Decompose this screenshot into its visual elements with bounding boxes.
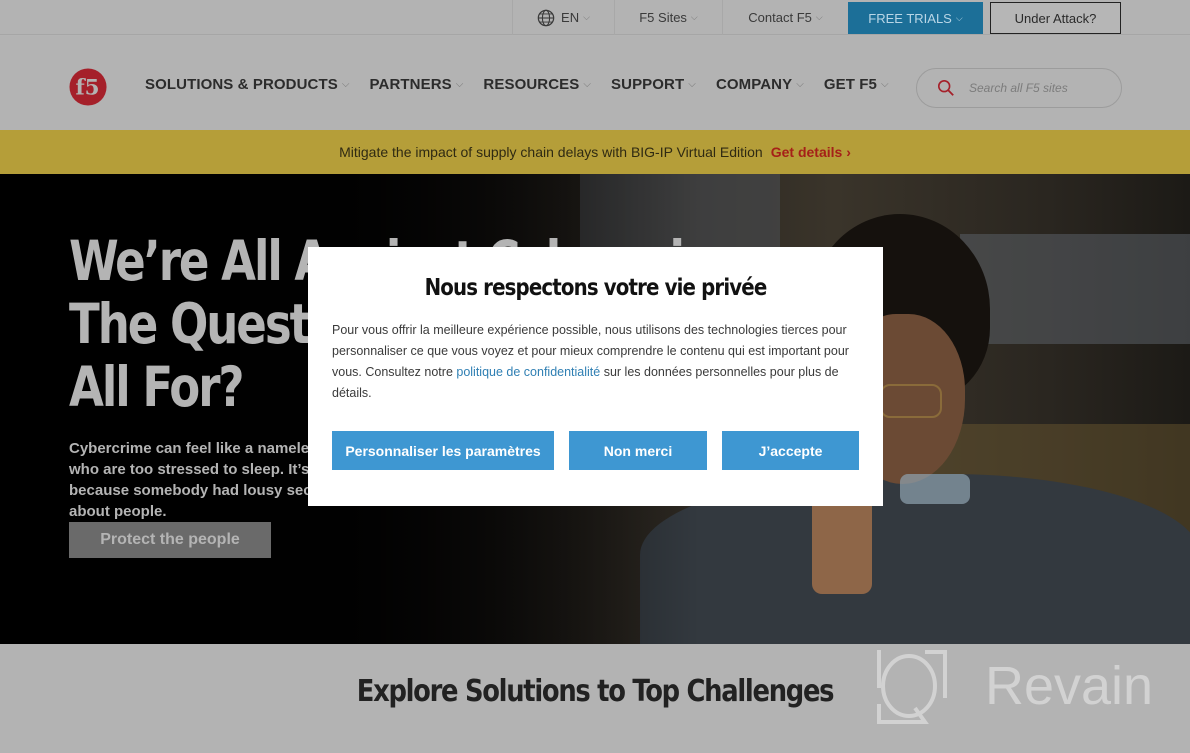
f5-sites-label: F5 Sites [639, 10, 687, 25]
free-trials-button[interactable]: FREE TRIALS ⌵ [848, 2, 983, 34]
revain-watermark: Revain [875, 648, 1153, 724]
chevron-down-icon: ⌵ [583, 79, 592, 90]
contact-label: Contact F5 [748, 10, 812, 25]
accept-button[interactable]: J’accepte [722, 431, 859, 470]
nav-item-label: COMPANY [715, 76, 793, 93]
get-details-link[interactable]: Get details › [771, 144, 851, 160]
search-box[interactable] [916, 68, 1122, 108]
f5-sites-dropdown[interactable]: F5 Sites ⌵ [614, 0, 722, 35]
chevron-down-icon: ⌵ [688, 79, 696, 90]
protect-the-people-button[interactable]: Protect the people [69, 522, 271, 558]
promo-text: Mitigate the impact of supply chain dela… [339, 144, 763, 160]
nav-menu: SOLUTIONS & PRODUCTS ⌵ PARTNERS ⌵ RESOURCE… [145, 76, 909, 93]
chevron-down-icon: ⌵ [796, 79, 804, 90]
globe-icon [537, 9, 555, 26]
hero-image-glasses [880, 384, 942, 418]
nav-item-label: RESOURCES [483, 76, 580, 93]
nav-item-company[interactable]: COMPANY ⌵ [716, 76, 804, 93]
modal-body: Pour vous offrir la meilleure expérience… [332, 320, 862, 404]
svg-text:f5: f5 [75, 75, 99, 100]
promo-banner: Mitigate the impact of supply chain dela… [0, 130, 1190, 174]
chevron-down-icon: ⌵ [881, 79, 889, 90]
nav-item-solutions-products[interactable]: SOLUTIONS & PRODUCTS ⌵ [145, 76, 350, 93]
nav-item-get-f5[interactable]: GET F5 ⌵ [824, 76, 889, 93]
free-trials-label: FREE TRIALS [868, 10, 952, 26]
chevron-down-icon: ⌵ [955, 12, 963, 23]
chevron-down-icon: ⌵ [583, 12, 590, 22]
nav-item-label: SOLUTIONS & PRODUCTS [145, 76, 338, 93]
utility-bar: EN ⌵ F5 Sites ⌵ Contact F5 ⌵ FREE TRIALS… [0, 0, 1190, 35]
search-icon[interactable] [937, 79, 955, 97]
modal-title: Nous respectons votre vie privée [424, 275, 768, 301]
chevron-down-icon: ⌵ [341, 79, 350, 90]
nav-item-support[interactable]: SUPPORT ⌵ [611, 76, 696, 93]
f5-logo[interactable]: f5 [69, 68, 108, 107]
under-attack-button[interactable]: Under Attack? [990, 2, 1121, 34]
privacy-policy-link[interactable]: politique de confidentialité [456, 365, 600, 379]
chevron-down-icon: ⌵ [690, 12, 698, 22]
language-selector[interactable]: EN ⌵ [512, 0, 614, 35]
contact-dropdown[interactable]: Contact F5 ⌵ [722, 0, 848, 35]
chevron-down-icon: ⌵ [455, 79, 464, 90]
main-navigation: f5 SOLUTIONS & PRODUCTS ⌵ PARTNERS ⌵ RESOU… [0, 36, 1190, 130]
revain-logo-icon [877, 650, 947, 724]
language-label: EN [561, 10, 580, 25]
under-attack-label: Under Attack? [1014, 10, 1097, 26]
decline-button[interactable]: Non merci [569, 431, 707, 470]
nav-item-partners[interactable]: PARTNERS ⌵ [370, 76, 464, 93]
chevron-down-icon: ⌵ [815, 12, 823, 22]
nav-item-label: SUPPORT [611, 76, 685, 93]
privacy-consent-modal: Nous respectons votre vie privée Pour vo… [308, 247, 883, 506]
customize-settings-button[interactable]: Personnaliser les paramètres [332, 431, 554, 470]
hero-background-monitor [960, 234, 1190, 344]
explore-section: Explore Solutions to Top Challenges Reva… [0, 644, 1190, 753]
hero-image-collar [900, 474, 970, 504]
nav-item-label: GET F5 [823, 76, 877, 93]
nav-item-label: PARTNERS [369, 76, 452, 93]
nav-item-resources[interactable]: RESOURCES ⌵ [483, 76, 591, 93]
search-input[interactable] [969, 81, 1109, 95]
revain-watermark-text: Revain [985, 656, 1154, 716]
